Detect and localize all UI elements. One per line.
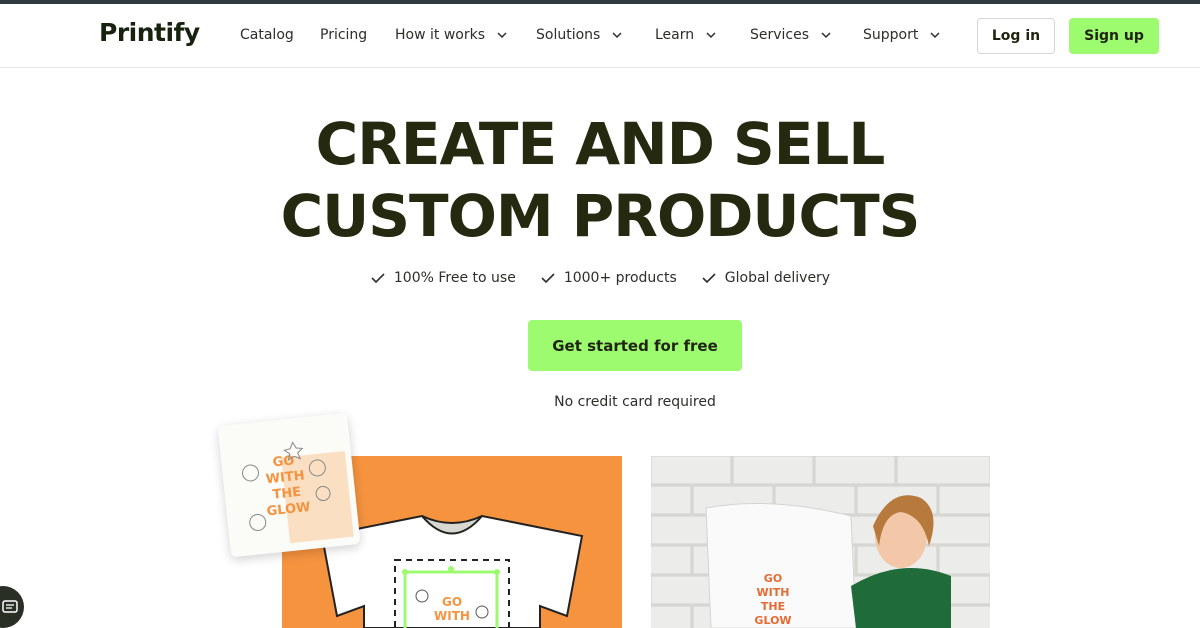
nav-item-support[interactable]: Support xyxy=(863,27,940,43)
chat-icon xyxy=(2,600,18,613)
artwork-text: GO xyxy=(764,572,782,585)
feature-item: 1000+ products xyxy=(540,270,677,286)
feature-label: 100% Free to use xyxy=(393,270,516,286)
nav-item-how-it-works[interactable]: How it works xyxy=(395,27,507,43)
glow-artwork: GO WITH THE GLOW xyxy=(242,441,354,544)
chevron-down-icon xyxy=(612,32,622,39)
hero-title-line2: CUSTOM PRODUCTS xyxy=(280,182,921,250)
checkmark-icon xyxy=(702,273,716,284)
nav-item-label: Support xyxy=(863,27,919,43)
nav-item-label: Solutions xyxy=(536,27,601,43)
person-holding-tshirt-image: GO WITH THE GLOW xyxy=(651,456,990,628)
chevron-down-icon xyxy=(706,32,716,39)
nav-item-solutions[interactable]: Solutions xyxy=(536,27,622,43)
artwork-text: THE xyxy=(761,600,785,613)
chevron-down-icon xyxy=(930,32,940,39)
nav-item-catalog[interactable]: Catalog xyxy=(240,27,294,43)
nav-item-pricing[interactable]: Pricing xyxy=(320,27,367,43)
no-credit-card-note: No credit card required xyxy=(554,394,716,410)
artwork-text: GLOW xyxy=(754,614,791,627)
checkmark-icon xyxy=(541,273,555,284)
checkmark-icon xyxy=(371,273,385,284)
chat-widget-button[interactable] xyxy=(0,586,24,628)
nav-item-label: Services xyxy=(750,27,810,43)
printify-logo[interactable]: Printify xyxy=(99,18,200,47)
artwork-text: THE xyxy=(272,485,302,503)
nav-item-services[interactable]: Services xyxy=(750,27,831,43)
artwork-text: GO xyxy=(442,595,462,609)
artwork-text: WITH xyxy=(434,609,470,623)
artwork-text: GO xyxy=(272,453,295,470)
feature-label: Global delivery xyxy=(724,270,831,286)
nav-item-label: How it works xyxy=(395,27,485,43)
feature-item: 100% Free to use xyxy=(370,270,516,286)
nav-item-learn[interactable]: Learn xyxy=(655,27,716,43)
chevron-down-icon xyxy=(497,32,507,39)
lifestyle-photo: GO WITH THE GLOW xyxy=(651,456,990,628)
login-button[interactable]: Log in xyxy=(977,18,1055,54)
chevron-down-icon xyxy=(821,32,831,39)
nav-item-label: Pricing xyxy=(320,27,368,43)
nav-item-label: Learn xyxy=(655,27,695,43)
signup-button[interactable]: Sign up xyxy=(1069,18,1159,54)
hero-title-line1: CREATE AND SELL xyxy=(315,110,886,178)
design-preview-card: GO WITH THE GLOW xyxy=(217,412,361,558)
top-navigation: Printify Catalog Pricing How it works So… xyxy=(0,4,1200,68)
feature-label: 1000+ products xyxy=(563,270,677,286)
nav-item-label: Catalog xyxy=(240,27,294,43)
feature-item: Global delivery xyxy=(701,270,830,286)
feature-list: 100% Free to use 1000+ products Global d… xyxy=(0,270,1200,286)
get-started-button[interactable]: Get started for free xyxy=(528,320,742,371)
artwork-text: WITH xyxy=(757,586,790,599)
